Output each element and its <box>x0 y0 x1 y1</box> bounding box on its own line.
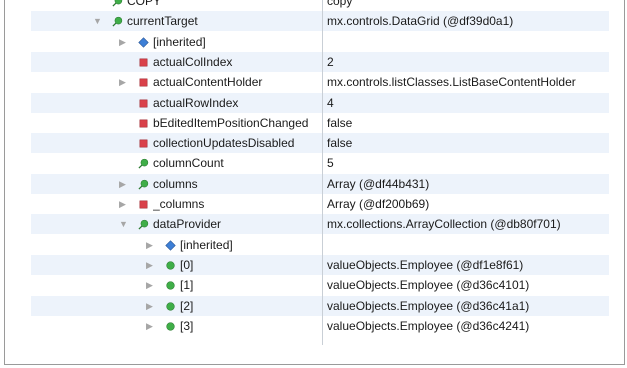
variable-name: actualColIndex <box>153 54 233 69</box>
variable-value: 4 <box>327 95 334 110</box>
tree-row[interactable]: ▶ [inherited] <box>31 235 609 255</box>
tree-row[interactable]: bEditedItemPositionChanged false <box>31 113 609 133</box>
green-circle-icon <box>166 281 175 290</box>
variable-name: COPY <box>127 0 162 8</box>
collapsed-triangle-icon[interactable]: ▶ <box>119 72 126 92</box>
expanded-triangle-icon[interactable]: ▼ <box>119 214 128 234</box>
tree-row[interactable]: ▼ currentTarget mx.controls.DataGrid (@df3… <box>31 11 609 32</box>
tree-row[interactable]: ▶ [0] valueObjects.Employee (@df1e8f61) <box>31 254 609 275</box>
tree-row[interactable]: ▼ dataProvider mx.collections.ArrayCollect… <box>31 214 609 235</box>
tree-row[interactable]: actualColIndex 2 <box>31 51 609 72</box>
variable-name: actualRowIndex <box>153 95 239 110</box>
variable-value: Array (@df200b69) <box>327 197 430 211</box>
green-circle-pin-icon <box>112 0 123 7</box>
variable-value: valueObjects.Employee (@df1e8f61) <box>327 257 524 272</box>
variable-value: Array (@df44b431) <box>327 176 430 191</box>
tree-row[interactable]: columnCount 5 <box>31 153 609 173</box>
green-circle-pin-icon <box>138 179 149 190</box>
red-square-icon <box>139 58 148 67</box>
tree-row[interactable]: ▶ columns Array (@df44b431) <box>31 173 609 194</box>
green-circle-icon <box>166 322 175 331</box>
debugger-variables-frame: COPY copy ▼ currentTarget mx.controls.DataGr… <box>4 0 625 365</box>
variable-name: collectionUpdatesDisabled <box>153 136 295 151</box>
red-square-icon <box>139 78 148 87</box>
green-circle-pin-icon <box>138 220 149 230</box>
variable-value: valueObjects.Employee (@d36c4241) <box>327 318 530 333</box>
collapsed-triangle-icon[interactable]: ▶ <box>119 194 126 214</box>
variable-value: mx.controls.listClasses.ListBaseContentH… <box>327 75 576 90</box>
variable-name: [0] <box>180 257 194 272</box>
variable-value: mx.collections.ArrayCollection (@db80f70… <box>327 217 561 232</box>
collapsed-triangle-icon[interactable]: ▶ <box>146 296 153 316</box>
variable-name: _columns <box>153 197 205 211</box>
green-circle-pin-icon <box>112 17 123 27</box>
expanded-triangle-icon[interactable]: ▼ <box>93 11 102 31</box>
variable-value: valueObjects.Employee (@d36c41a1) <box>327 298 530 313</box>
variable-value: 5 <box>327 156 334 171</box>
red-square-icon <box>139 99 148 107</box>
variable-value: 2 <box>327 54 334 69</box>
variable-name: columnCount <box>153 156 224 171</box>
green-circle-pin-icon <box>138 159 149 169</box>
blue-diamond-icon <box>138 36 149 48</box>
variables-tree[interactable]: COPY copy ▼ currentTarget mx.controls.DataGr… <box>31 0 609 345</box>
variable-name: [inherited] <box>153 34 206 49</box>
green-circle-icon <box>166 261 175 270</box>
collapsed-triangle-icon[interactable]: ▶ <box>119 174 126 194</box>
collapsed-triangle-icon[interactable]: ▶ <box>146 255 153 275</box>
variable-name: currentTarget <box>127 14 198 29</box>
tree-row[interactable]: ▶ [2] valueObjects.Employee (@d36c41a1) <box>31 295 609 316</box>
tree-row[interactable]: actualRowIndex 4 <box>31 92 609 113</box>
collapsed-triangle-icon[interactable]: ▶ <box>119 32 126 52</box>
variable-value <box>327 32 607 52</box>
variable-name: columns <box>153 176 198 191</box>
variable-value: false <box>327 115 353 130</box>
tree-row[interactable]: ▶ [3] valueObjects.Employee (@d36c4241) <box>31 316 609 336</box>
collapsed-triangle-icon[interactable]: ▶ <box>146 316 153 336</box>
collapsed-triangle-icon[interactable]: ▶ <box>146 275 153 295</box>
variable-name: [2] <box>180 298 194 313</box>
variable-name: [inherited] <box>180 237 233 252</box>
variable-name: dataProvider <box>153 217 222 232</box>
tree-row[interactable]: COPY copy <box>31 0 609 11</box>
red-square-icon <box>139 200 148 209</box>
tree-row[interactable]: ▶ [inherited] <box>31 32 609 52</box>
variable-name: actualContentHolder <box>153 75 263 90</box>
variable-value: valueObjects.Employee (@d36c4101) <box>327 278 530 293</box>
tree-row[interactable]: ▶ actualContentHolder mx.controls.listClas… <box>31 72 609 92</box>
column-divider[interactable] <box>322 0 323 345</box>
variable-name: bEditedItemPositionChanged <box>153 115 309 130</box>
blue-diamond-icon <box>165 239 176 251</box>
tree-row[interactable]: ▶ [1] valueObjects.Employee (@d36c4101) <box>31 275 609 295</box>
variable-value: false <box>327 136 353 151</box>
variable-name: [3] <box>180 318 194 333</box>
tree-row[interactable]: collectionUpdatesDisabled false <box>31 133 609 154</box>
variable-value <box>327 235 607 255</box>
collapsed-triangle-icon[interactable]: ▶ <box>146 235 153 255</box>
variable-value: copy <box>327 0 353 8</box>
red-square-icon <box>139 139 148 148</box>
tree-row[interactable]: ▶ _columns Array (@df200b69) <box>31 194 609 214</box>
variable-name: [1] <box>180 278 194 293</box>
green-circle-icon <box>166 301 175 311</box>
red-square-icon <box>139 119 148 128</box>
variable-value: mx.controls.DataGrid (@df39d0a1) <box>327 14 514 29</box>
